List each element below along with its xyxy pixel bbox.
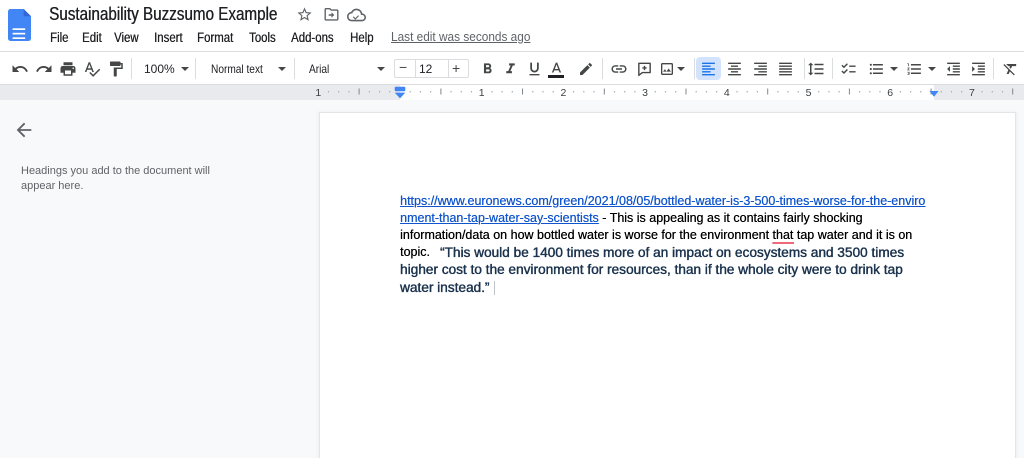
svg-text:7: 7: [969, 87, 975, 99]
svg-text:6: 6: [887, 87, 893, 99]
svg-text:3: 3: [642, 87, 648, 99]
svg-text:1: 1: [315, 87, 321, 99]
svg-text:4: 4: [724, 87, 730, 99]
svg-text:1: 1: [479, 87, 485, 99]
svg-text:2: 2: [560, 87, 566, 99]
svg-text:5: 5: [806, 87, 812, 99]
